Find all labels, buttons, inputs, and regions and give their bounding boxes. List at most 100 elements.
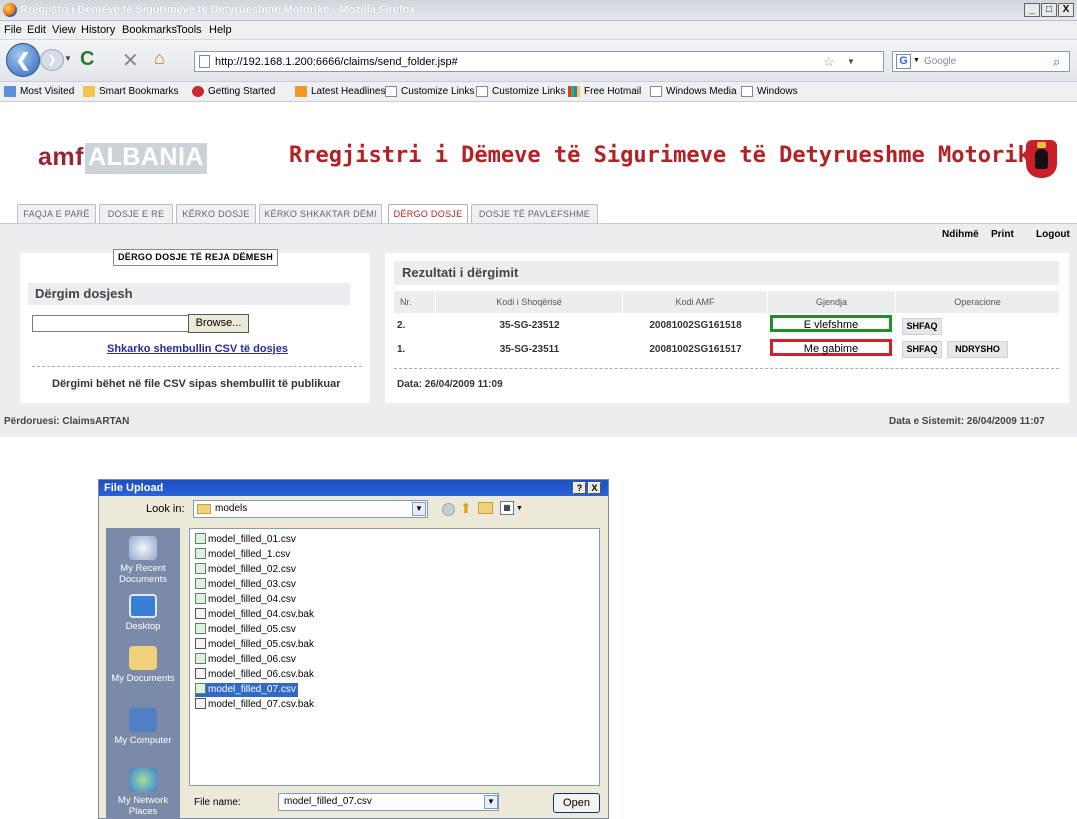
file-item-selected[interactable]: model_filled_07.csv xyxy=(195,683,298,697)
stop-icon[interactable]: ✕ xyxy=(122,48,139,73)
menu-file[interactable]: File xyxy=(4,24,22,36)
csv-file-icon xyxy=(195,548,206,559)
bookmark-latest-headlines[interactable]: Latest Headlines xyxy=(295,86,386,97)
page-icon xyxy=(741,86,753,97)
col-header-kodi-amf: Kodi AMF xyxy=(623,291,768,313)
file-name-label: File name: xyxy=(194,797,241,808)
bookmark-free-hotmail[interactable]: Free Hotmail xyxy=(568,86,641,97)
address-bar[interactable]: http://192.168.1.200:6666/claims/send_fo… xyxy=(194,51,884,72)
dialog-title: File Upload xyxy=(99,480,608,496)
search-box[interactable]: G ▼ Google ⌕ xyxy=(892,51,1070,72)
edit-button[interactable]: NDRYSHO xyxy=(947,341,1008,358)
file-item[interactable]: model_filled_04.csv.bak xyxy=(195,608,316,622)
chevron-down-icon[interactable]: ▼ xyxy=(412,502,426,516)
folder-icon xyxy=(83,86,95,97)
up-folder-icon[interactable]: ⬆ xyxy=(460,500,472,517)
history-dropdown-icon[interactable]: ▼ xyxy=(64,54,72,63)
file-item[interactable]: model_filled_01.csv xyxy=(195,533,298,547)
logout-link[interactable]: Logout xyxy=(1036,229,1070,240)
dialog-help-button[interactable]: ? xyxy=(573,482,586,494)
bookmark-customize-links-2[interactable]: Customize Links xyxy=(476,86,565,97)
view-dropdown-icon[interactable]: ▼ xyxy=(516,505,523,512)
file-item[interactable]: model_filled_06.csv xyxy=(195,653,298,667)
page-icon xyxy=(650,86,662,97)
file-name-input[interactable]: model_filled_07.csv ▼ xyxy=(278,793,499,811)
menu-history[interactable]: History xyxy=(81,24,115,36)
reload-icon[interactable]: C xyxy=(80,48,94,71)
show-button[interactable]: SHFAQ xyxy=(902,341,942,358)
url-dropdown-icon[interactable]: ▼ xyxy=(847,57,855,66)
bookmark-smart[interactable]: Smart Bookmarks xyxy=(83,86,178,97)
col-header-kodi-shoqerise: Kodi i Shoqërisë xyxy=(436,291,623,313)
tab-dergo-dosje[interactable]: DËRGO DOSJE xyxy=(388,204,468,225)
window-titlebar: Rregjistri i Dëmeve të Sigurimeve të Det… xyxy=(0,0,1077,21)
search-icon[interactable]: ⌕ xyxy=(1053,54,1060,70)
dialog-close-button[interactable]: X xyxy=(588,482,601,494)
forward-icon[interactable]: ❯ xyxy=(40,49,64,71)
file-item[interactable]: model_filled_04.csv xyxy=(195,593,298,607)
maximize-button[interactable]: □ xyxy=(1041,3,1057,17)
tab-dosje-e-re[interactable]: DOSJE E RE xyxy=(99,204,173,224)
open-button[interactable]: Open xyxy=(553,793,600,813)
folder-icon xyxy=(197,504,211,514)
download-sample-csv-link[interactable]: Shkarko shembullin CSV të dosjes xyxy=(107,343,288,355)
bookmark-getting-started[interactable]: Getting Started xyxy=(192,86,275,97)
back-folder-icon[interactable] xyxy=(442,503,455,516)
bookmark-windows[interactable]: Windows xyxy=(741,86,798,97)
show-button[interactable]: SHFAQ xyxy=(902,318,942,335)
bak-file-icon xyxy=(195,668,206,679)
bookmark-star-icon[interactable]: ☆ xyxy=(823,54,835,70)
tab-faqja-e-pare[interactable]: FAQJA E PARË xyxy=(17,204,96,224)
file-item[interactable]: model_filled_06.csv.bak xyxy=(195,668,316,682)
menu-bar: File Edit View History Bookmarks Tools H… xyxy=(0,21,1077,40)
place-my-computer[interactable]: My Computer xyxy=(106,708,180,746)
file-item[interactable]: model_filled_05.csv.bak xyxy=(195,638,316,652)
csv-file-icon xyxy=(195,563,206,574)
page-title: Rregjistri i Dëmeve të Sigurimeve të Det… xyxy=(289,143,1044,168)
place-my-documents[interactable]: My Documents xyxy=(106,646,180,684)
file-item[interactable]: model_filled_1.csv xyxy=(195,548,292,562)
place-network[interactable]: My Network Places xyxy=(106,768,180,817)
menu-edit[interactable]: Edit xyxy=(27,24,46,36)
file-item[interactable]: model_filled_07.csv.bak xyxy=(195,698,316,712)
engine-dropdown-icon[interactable]: ▼ xyxy=(913,57,920,64)
upload-section-header: Dërgim dosjesh xyxy=(28,283,350,305)
close-window-button[interactable]: X xyxy=(1058,3,1074,17)
file-item[interactable]: model_filled_05.csv xyxy=(195,623,298,637)
file-path-input[interactable] xyxy=(32,315,190,332)
desktop-icon xyxy=(129,594,157,618)
tab-dosje-te-pavlefshme[interactable]: DOSJE TË PAVLEFSHME xyxy=(471,204,598,224)
new-folder-icon[interactable] xyxy=(478,502,493,514)
menu-bookmarks[interactable]: Bookmarks xyxy=(122,24,177,36)
google-icon[interactable]: G xyxy=(896,54,911,69)
menu-help[interactable]: Help xyxy=(209,24,232,36)
tab-kerko-shkaktar-demi[interactable]: KËRKO SHKAKTAR DËMI xyxy=(259,204,382,224)
tab-kerko-dosje[interactable]: KËRKO DOSJE xyxy=(176,204,256,224)
look-in-select[interactable]: models ▼ xyxy=(193,500,428,518)
menu-tools[interactable]: Tools xyxy=(176,24,202,36)
print-link[interactable]: Print xyxy=(991,229,1014,240)
minimize-button[interactable]: _ xyxy=(1024,3,1040,17)
place-recent[interactable]: My Recent Documents xyxy=(106,536,180,585)
send-new-files-button[interactable]: DËRGO DOSJE TË REJA DËMESH xyxy=(113,249,278,266)
place-desktop[interactable]: Desktop xyxy=(106,594,180,632)
results-date: Data: 26/04/2009 11:09 xyxy=(397,379,503,390)
chevron-down-icon[interactable]: ▼ xyxy=(484,795,498,809)
bookmark-customize-links-1[interactable]: Customize Links xyxy=(385,86,474,97)
menu-view[interactable]: View xyxy=(52,24,76,36)
file-item[interactable]: model_filled_02.csv xyxy=(195,563,298,577)
bookmark-most-visited[interactable]: Most Visited xyxy=(4,86,74,97)
csv-file-icon xyxy=(195,578,206,589)
back-icon[interactable]: ❮ xyxy=(6,43,40,77)
help-link[interactable]: Ndihmë xyxy=(942,229,979,240)
system-date: Data e Sistemit: 26/04/2009 11:07 xyxy=(889,416,1045,427)
view-menu-icon[interactable]: ▦ xyxy=(500,501,514,515)
recent-documents-icon xyxy=(129,536,157,560)
amf-logo[interactable]: amf ALBANIA xyxy=(38,143,207,174)
file-item[interactable]: model_filled_03.csv xyxy=(195,578,298,592)
row-kodi-amf: 20081002SG161517 xyxy=(649,344,742,355)
browse-button[interactable]: Browse... xyxy=(188,314,249,333)
bookmark-windows-media[interactable]: Windows Media xyxy=(650,86,737,97)
bookmark-folder-icon xyxy=(4,86,16,97)
home-icon[interactable]: ⌂ xyxy=(154,48,165,69)
